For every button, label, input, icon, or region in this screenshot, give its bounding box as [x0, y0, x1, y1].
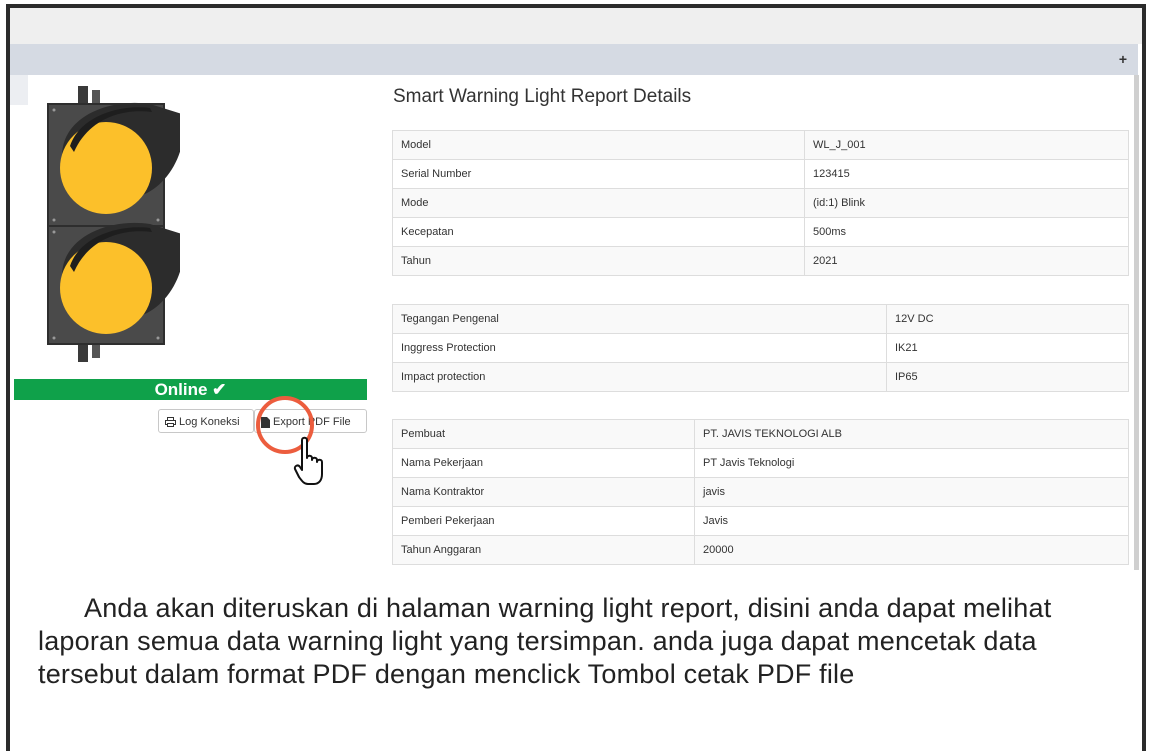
- traffic-light-icon: [47, 86, 180, 362]
- row-value: 2021: [804, 246, 1129, 276]
- row-key: Tahun: [392, 246, 805, 276]
- table-row: Pembuat PT. JAVIS TEKNOLOGI ALB: [392, 419, 1129, 449]
- row-value: 123415: [804, 159, 1129, 189]
- log-koneksi-button[interactable]: Log Koneksi: [158, 409, 254, 433]
- specs-table: Tegangan Pengenal 12V DC Inggress Protecti…: [392, 304, 1129, 392]
- plus-icon[interactable]: +: [1114, 50, 1132, 68]
- row-key: Tegangan Pengenal: [392, 304, 887, 334]
- row-value: WL_J_001: [804, 130, 1129, 160]
- left-shade: [10, 75, 28, 105]
- row-key: Pembuat: [392, 419, 695, 449]
- row-value: (id:1) Blink: [804, 188, 1129, 218]
- table-row: Nama Kontraktor javis: [392, 477, 1129, 507]
- caption-body: Anda akan diteruskan di halaman warning …: [38, 593, 1052, 689]
- row-value: 20000: [694, 535, 1129, 565]
- panel-header: +: [10, 44, 1138, 75]
- row-value: PT. JAVIS TEKNOLOGI ALB: [694, 419, 1129, 449]
- row-key: Nama Pekerjaan: [392, 448, 695, 478]
- table-row: Mode (id:1) Blink: [392, 188, 1129, 218]
- caption-text: Anda akan diteruskan di halaman warning …: [38, 592, 1128, 691]
- row-key: Kecepatan: [392, 217, 805, 247]
- row-value: Javis: [694, 506, 1129, 536]
- report-title: Smart Warning Light Report Details: [393, 86, 692, 107]
- row-key: Impact protection: [392, 362, 887, 392]
- table-row: Tegangan Pengenal 12V DC: [392, 304, 1129, 334]
- online-status-badge: Online ✔: [14, 379, 367, 400]
- row-value: javis: [694, 477, 1129, 507]
- hand-cursor-icon: [293, 436, 323, 485]
- table-row: Tahun 2021: [392, 246, 1129, 276]
- project-table: Pembuat PT. JAVIS TEKNOLOGI ALB Nama Peker…: [392, 419, 1129, 565]
- table-row: Kecepatan 500ms: [392, 217, 1129, 247]
- log-koneksi-label: Log Koneksi: [179, 416, 240, 428]
- table-row: Impact protection IP65: [392, 362, 1129, 392]
- row-key: Inggress Protection: [392, 333, 887, 363]
- print-icon: [165, 417, 176, 428]
- row-value: IP65: [886, 362, 1129, 392]
- scrollbar[interactable]: [1134, 75, 1139, 570]
- table-row: Inggress Protection IK21: [392, 333, 1129, 363]
- table-row: Serial Number 123415: [392, 159, 1129, 189]
- row-key: Nama Kontraktor: [392, 477, 695, 507]
- table-row: Tahun Anggaran 20000: [392, 535, 1129, 565]
- table-row: Pemberi Pekerjaan Javis: [392, 506, 1129, 536]
- row-key: Pemberi Pekerjaan: [392, 506, 695, 536]
- row-key: Mode: [392, 188, 805, 218]
- details-table: Model WL_J_001 Serial Number 123415 Mode (id:…: [392, 130, 1129, 276]
- row-key: Model: [392, 130, 805, 160]
- top-band: [10, 8, 1142, 44]
- row-value: IK21: [886, 333, 1129, 363]
- row-key: Serial Number: [392, 159, 805, 189]
- table-row: Nama Pekerjaan PT Javis Teknologi: [392, 448, 1129, 478]
- table-row: Model WL_J_001: [392, 130, 1129, 160]
- row-value: PT Javis Teknologi: [694, 448, 1129, 478]
- row-value: 500ms: [804, 217, 1129, 247]
- row-value: 12V DC: [886, 304, 1129, 334]
- row-key: Tahun Anggaran: [392, 535, 695, 565]
